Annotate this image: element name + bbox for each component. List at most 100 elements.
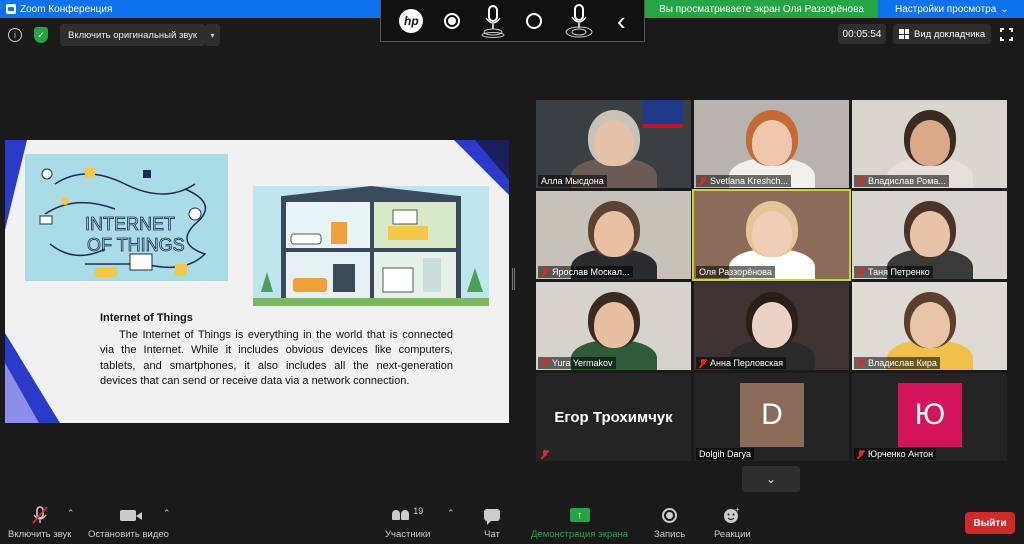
participant-face xyxy=(910,302,950,348)
participant-face xyxy=(910,211,950,257)
participant-face xyxy=(594,120,634,166)
speaker-view-button[interactable]: Вид докладчика xyxy=(893,24,992,44)
participant-face xyxy=(752,120,792,166)
slide-decoration xyxy=(5,140,27,230)
participant-name: Анна Перловская xyxy=(710,358,784,368)
share-viewing-badge: Вы просматриваете экран Оля Раззорёнова xyxy=(645,0,878,18)
participant-name-label: Таня Петренко xyxy=(854,266,933,278)
participant-video-tile[interactable]: Таня Петренко xyxy=(852,191,1007,279)
microphone-muted-icon xyxy=(541,358,549,368)
participants-count: 19 xyxy=(413,506,424,516)
participant-face xyxy=(594,211,634,257)
svg-text:+: + xyxy=(735,506,740,514)
slide-body: The Internet of Things is everything in … xyxy=(100,328,453,388)
original-sound-button[interactable]: Включить оригинальный звук xyxy=(60,24,206,46)
internet-of-things-illustration: INTERNET OF THINGS xyxy=(25,154,228,281)
microphone-muted-icon xyxy=(857,449,865,459)
record-button[interactable]: Запись xyxy=(654,504,685,540)
participant-video-tile[interactable]: Ю Юрченко Антон xyxy=(852,373,1007,461)
reactions-label: Реакции xyxy=(714,529,751,540)
participants-icon-group: 19 xyxy=(392,504,423,526)
participant-name-label: Dolgih Darya xyxy=(696,448,755,460)
participant-name: Юрченко Антон xyxy=(868,449,934,459)
participant-video-tile[interactable]: Yura Yermakov xyxy=(536,282,691,370)
avatar: D xyxy=(740,383,804,447)
panel-resize-handle[interactable] xyxy=(512,268,515,290)
participant-name: Svetlana Kreshch... xyxy=(710,176,789,186)
leave-meeting-button[interactable]: Выйти xyxy=(965,512,1015,534)
participant-face xyxy=(910,120,950,166)
participant-name: Владислав Рома... xyxy=(868,176,946,186)
avatar: Ю xyxy=(898,383,962,447)
participant-face xyxy=(594,302,634,348)
microphone-muted-icon xyxy=(541,267,549,277)
unmute-button[interactable]: Включить звук xyxy=(8,504,71,540)
participant-video-tile[interactable]: Ярослав Москал... xyxy=(536,191,691,279)
participant-name: Алла Мысдона xyxy=(541,176,604,186)
participant-name: Yura Yermakov xyxy=(552,358,613,368)
participant-video-tile[interactable]: Анна Перловская xyxy=(694,282,849,370)
reactions-button[interactable]: + Реакции xyxy=(714,504,751,540)
share-screen-button[interactable]: ↑ Демонстрация экрана xyxy=(531,504,628,540)
record-icon xyxy=(662,504,678,526)
chat-button[interactable]: Чат xyxy=(484,504,500,540)
slide-decoration xyxy=(5,363,39,423)
participant-face xyxy=(752,211,792,257)
iot-title-line1: INTERNET xyxy=(85,214,175,234)
participant-name-display: Егор Трохимчук xyxy=(554,408,673,426)
participant-video-tile[interactable]: Svetlana Kreshch... xyxy=(694,100,849,188)
chevron-down-icon: ⌄ xyxy=(1000,3,1009,15)
participant-video-tile[interactable]: Оля Раззорёнова xyxy=(692,189,851,281)
unmute-label: Включить звук xyxy=(8,529,72,540)
info-icon[interactable]: i xyxy=(8,28,22,42)
chat-label: Чат xyxy=(484,529,500,540)
participant-status xyxy=(538,449,552,460)
slide-decoration xyxy=(475,140,509,180)
chat-icon xyxy=(484,504,500,526)
participant-name-label: Yura Yermakov xyxy=(538,357,616,369)
meeting-toolbar: Включить звук ⌃ Остановить видео ⌃ 19 Уч… xyxy=(0,500,1024,544)
participant-video-tile[interactable]: Владислав Кира xyxy=(852,282,1007,370)
record-label: Запись xyxy=(654,529,686,540)
participant-name-label: Svetlana Kreshch... xyxy=(696,175,792,187)
chevron-down-icon: ⌄ xyxy=(765,472,777,486)
microphone-muted-icon xyxy=(699,176,707,186)
next-page-button[interactable]: ⌄ xyxy=(742,466,800,492)
microphone-muted-icon xyxy=(30,504,50,526)
fullscreen-icon[interactable] xyxy=(999,27,1014,42)
camera-icon xyxy=(120,504,143,526)
participant-name-label: Юрченко Антон xyxy=(854,448,937,460)
shield-icon[interactable]: ✓ xyxy=(34,27,48,43)
participant-face xyxy=(752,302,792,348)
chevron-up-icon[interactable]: ⌃ xyxy=(447,508,455,519)
microphone-muted-icon xyxy=(541,450,549,459)
participants-button[interactable]: 19 Участники xyxy=(385,504,430,540)
background-flag xyxy=(643,100,683,128)
shared-screen-slide: INTERNET OF THINGS Internet of Things Th… xyxy=(5,140,509,423)
participant-name-label: Владислав Рома... xyxy=(854,175,949,187)
participant-name: Ярослав Москал... xyxy=(552,267,630,277)
participant-name-label: Ярослав Москал... xyxy=(538,266,633,278)
view-options-label: Настройки просмотра xyxy=(895,3,997,15)
meeting-timer: 00:05:54 xyxy=(838,24,886,44)
microphone-muted-icon xyxy=(857,267,865,277)
participant-video-tile[interactable]: Алла Мысдона xyxy=(536,100,691,188)
participant-name-label: Владислав Кира xyxy=(854,357,940,369)
stop-video-button[interactable]: Остановить видео xyxy=(88,504,169,540)
participant-video-tile[interactable]: Владислав Рома... xyxy=(852,100,1007,188)
view-options-button[interactable]: Настройки просмотра ⌄ xyxy=(895,0,1009,18)
participant-video-tile[interactable]: Егор Трохимчук xyxy=(536,373,691,461)
speaker-view-label: Вид докладчика xyxy=(914,28,986,40)
zoom-app-icon xyxy=(6,4,16,14)
chevron-up-icon[interactable]: ⌃ xyxy=(163,508,171,519)
share-screen-icon: ↑ xyxy=(569,504,590,526)
microphone-muted-icon xyxy=(857,358,865,368)
chevron-down-icon[interactable]: ▾ xyxy=(205,24,220,46)
chevron-up-icon[interactable]: ⌃ xyxy=(67,508,75,519)
window-title: Zoom Конференция xyxy=(20,3,113,15)
participant-name-label: Анна Перловская xyxy=(696,357,787,369)
participant-video-tile[interactable]: D Dolgih Darya xyxy=(694,373,849,461)
participant-name-label: Алла Мысдона xyxy=(538,175,607,187)
share-screen-label: Демонстрация экрана xyxy=(531,529,629,540)
microphone-muted-icon xyxy=(699,358,707,368)
